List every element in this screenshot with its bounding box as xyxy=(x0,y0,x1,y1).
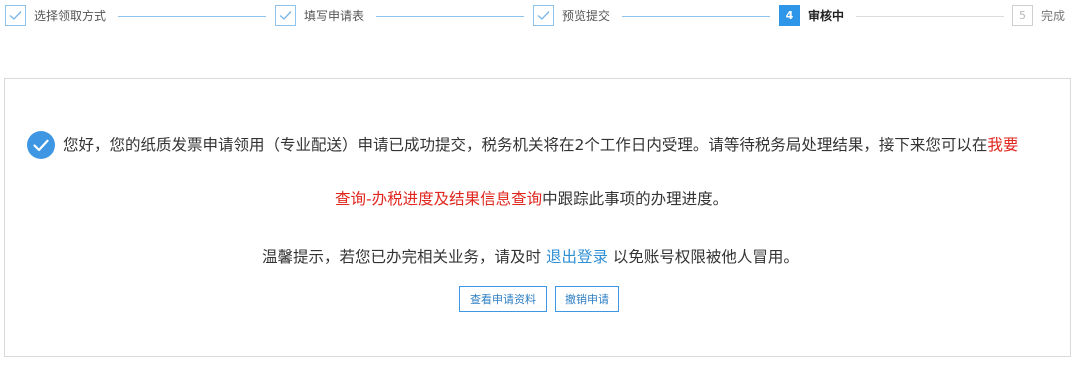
highlight-text: 我要 xyxy=(987,136,1019,154)
step-number: 5 xyxy=(1012,5,1033,26)
tip-suffix: 以免账号权限被他人冒用。 xyxy=(607,248,799,266)
success-message-line1: 您好，您的纸质发票申请领用（专业配送）申请已成功提交，税务机关将在2个工作日内受… xyxy=(63,134,1018,156)
step-connector xyxy=(622,16,770,17)
step-number: 4 xyxy=(779,5,800,26)
step-connector xyxy=(118,16,266,17)
step-label: 选择领取方式 xyxy=(34,9,107,23)
step-connector xyxy=(376,16,524,17)
step-connector xyxy=(856,16,1004,17)
step-fill-form: 填写申请表 xyxy=(275,5,364,26)
step-complete: 5 完成 xyxy=(1012,5,1065,26)
security-tip: 温馨提示，若您已办完相关业务，请及时 退出登录 以免账号权限被他人冒用。 xyxy=(262,246,799,268)
success-message-text: 您好，您的纸质发票申请领用（专业配送）申请已成功提交，税务机关将在2个工作日内受… xyxy=(63,136,988,154)
step-label: 预览提交 xyxy=(562,9,611,23)
view-application-button[interactable]: 查看申请资料 xyxy=(459,286,547,312)
step-reviewing: 4 审核中 xyxy=(779,5,844,26)
step-select-method: 选择领取方式 xyxy=(5,5,106,26)
progress-stepper: 选择领取方式 填写申请表 预览提交 4 审核中 5 完成 xyxy=(0,0,1080,36)
step-label: 完成 xyxy=(1041,9,1066,23)
step-label: 填写申请表 xyxy=(304,9,365,23)
check-circle-icon xyxy=(27,131,55,159)
check-icon xyxy=(533,5,554,26)
tip-prefix: 温馨提示，若您已办完相关业务，请及时 xyxy=(262,248,546,266)
check-icon xyxy=(5,5,26,26)
step-label: 审核中 xyxy=(808,9,845,23)
check-icon xyxy=(275,5,296,26)
success-message-line2: 查询-办税进度及结果信息查询中跟踪此事项的办理进度。 xyxy=(335,188,728,210)
query-path-highlight: 查询-办税进度及结果信息查询 xyxy=(335,190,543,208)
step-preview-submit: 预览提交 xyxy=(533,5,610,26)
result-panel: 您好，您的纸质发票申请领用（专业配送）申请已成功提交，税务机关将在2个工作日内受… xyxy=(4,78,1071,357)
success-message-text: 中跟踪此事项的办理进度。 xyxy=(542,190,729,208)
logout-link[interactable]: 退出登录 xyxy=(546,248,608,266)
cancel-application-button[interactable]: 撤销申请 xyxy=(555,286,619,312)
